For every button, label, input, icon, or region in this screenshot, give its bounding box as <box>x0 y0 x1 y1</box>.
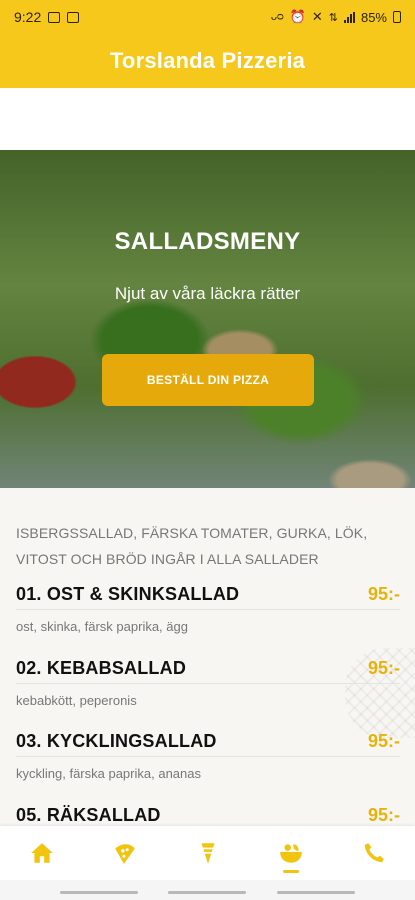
image-icon <box>48 11 61 23</box>
hero-subtitle: Njut av våra läckra rätter <box>114 284 301 303</box>
nav-home[interactable] <box>17 826 67 880</box>
gesture-line <box>277 891 355 894</box>
menu-note-line: ISBERGSSALLAD, FÄRSKA TOMATER, GURKA, LÖ… <box>16 525 368 541</box>
mute-icon: ✕ <box>311 9 323 24</box>
nav-phone[interactable] <box>349 826 399 880</box>
data-icon: ⇅ <box>328 11 338 24</box>
nav-pizza[interactable] <box>100 826 150 880</box>
nav-kebab[interactable] <box>183 826 233 880</box>
kebab-icon <box>201 843 214 864</box>
menu-item-price: 95:- <box>367 658 400 678</box>
wifi-calling-icon: ᴗᴑ <box>270 11 284 23</box>
menu-note-line: VITOST OCH BRÖD INGÅR I ALLA SALLADER <box>16 551 319 567</box>
battery-text: 85% <box>360 9 387 25</box>
hero-overlay <box>0 150 415 488</box>
menu-item-price: 95:- <box>367 731 400 751</box>
menu-item[interactable]: 03. KYCKLINGSALLAD 95:- kyckling, färska… <box>16 727 400 781</box>
notification-icon <box>67 11 80 23</box>
home-icon <box>30 843 53 863</box>
menu-item[interactable]: 01. OST & SKINKSALLAD 95:- ost, skinka, … <box>16 580 400 634</box>
hero-title: SALLADSMENY <box>114 228 301 255</box>
menu-item-name: 03. KYCKLINGSALLAD <box>16 731 217 751</box>
menu-item-desc: ost, skinka, färsk paprika, ägg <box>16 619 188 634</box>
salad-icon <box>279 844 302 863</box>
menu-item[interactable]: 05. RÄKSALLAD 95:- <box>16 801 400 826</box>
pizza-icon <box>114 844 135 864</box>
gesture-line <box>60 891 138 894</box>
menu-item-price: 95:- <box>367 805 400 825</box>
nav-salad[interactable] <box>266 826 316 880</box>
order-pizza-button[interactable]: BESTÄLL DIN PIZZA <box>102 354 314 406</box>
system-gesture-bar <box>0 880 415 900</box>
app-title: Torslanda Pizzeria <box>109 48 306 73</box>
salad-menu: ISBERGSSALLAD, FÄRSKA TOMATER, GURKA, LÖ… <box>0 488 415 826</box>
menu-item-price: 95:- <box>367 584 400 604</box>
bottom-nav <box>0 826 415 880</box>
signal-icon <box>343 11 355 23</box>
menu-item-name: 01. OST & SKINKSALLAD <box>16 584 240 604</box>
menu-item-name: 05. RÄKSALLAD <box>16 805 161 825</box>
status-time: 9:22 <box>14 9 42 25</box>
menu-item-desc: kebabkött, peperonis <box>16 693 137 708</box>
active-tab-indicator <box>282 870 299 873</box>
menu-item-desc: kyckling, färska paprika, ananas <box>16 766 201 781</box>
app-header: Torslanda Pizzeria <box>0 34 415 88</box>
menu-item-name: 02. KEBABSALLAD <box>16 658 187 678</box>
menu-note: ISBERGSSALLAD, FÄRSKA TOMATER, GURKA, LÖ… <box>16 520 396 572</box>
gesture-line <box>168 891 246 894</box>
hero-banner: SALLADSMENY Njut av våra läckra rätter B… <box>0 150 415 488</box>
phone-icon <box>364 843 384 863</box>
menu-item[interactable]: 02. KEBABSALLAD 95:- kebabkött, peperoni… <box>16 654 400 708</box>
status-bar: 9:22 ᴗᴑ ⏰ ✕ ⇅ 85% <box>0 0 415 34</box>
battery-icon <box>393 11 401 23</box>
alarm-icon: ⏰ <box>289 9 306 24</box>
